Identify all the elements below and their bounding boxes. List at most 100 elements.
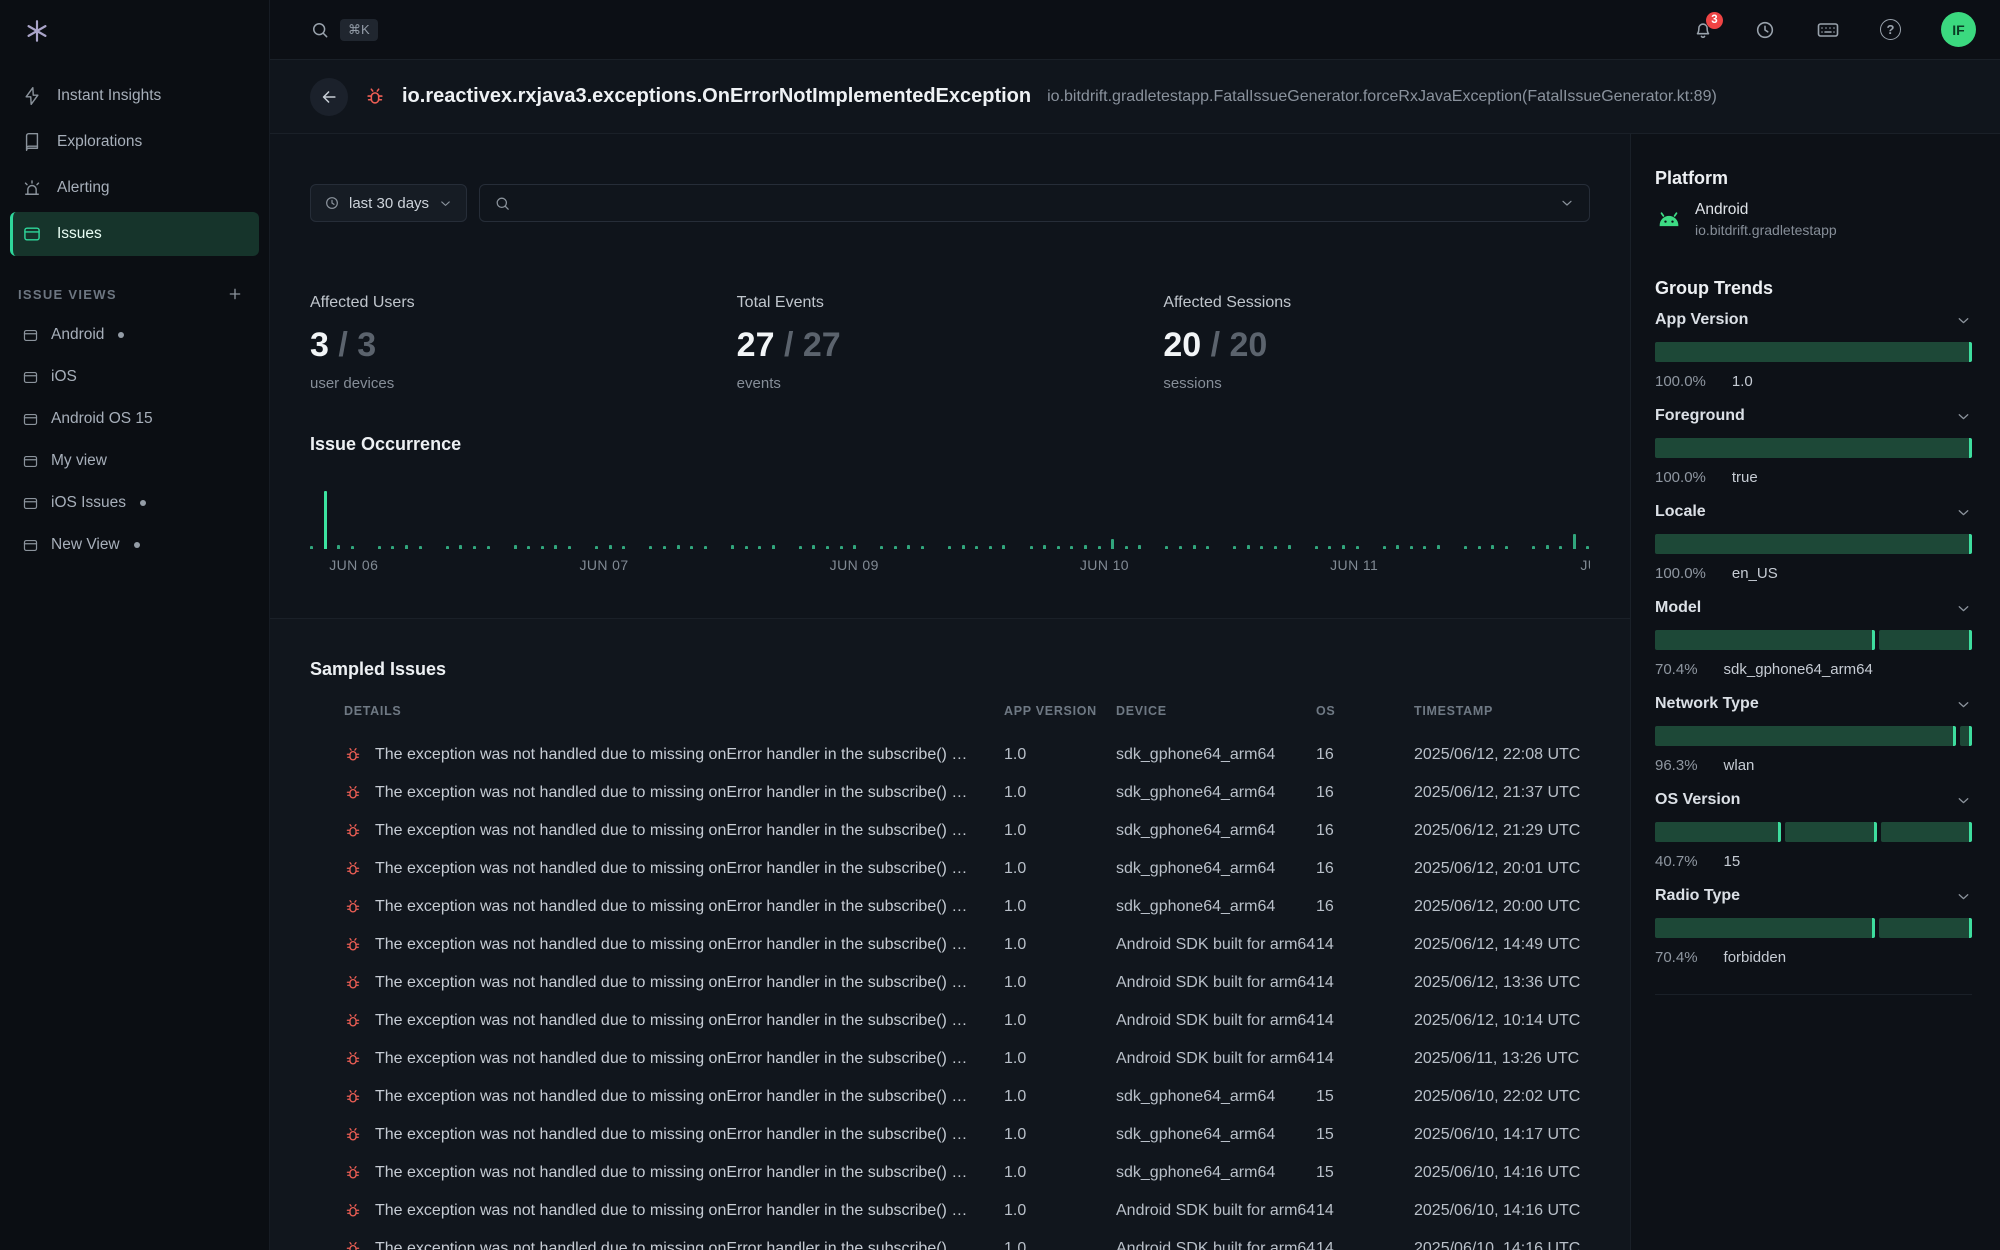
spark-bar xyxy=(1328,546,1331,549)
bug-icon xyxy=(344,974,362,992)
table-row[interactable]: The exception was not handled due to mis… xyxy=(344,1154,1590,1192)
help-button[interactable]: ? xyxy=(1880,19,1901,40)
spark-bar xyxy=(1546,545,1549,549)
spark-bar xyxy=(1043,545,1046,549)
issue-view-item[interactable]: New View xyxy=(10,524,259,566)
table-row[interactable]: The exception was not handled due to mis… xyxy=(344,1078,1590,1116)
back-button[interactable] xyxy=(310,78,348,116)
spark-bar xyxy=(1165,546,1168,549)
sidebar: Instant Insights Explorations Alerting I… xyxy=(0,0,270,1250)
lightning-icon xyxy=(22,86,42,106)
view-dot xyxy=(140,500,146,506)
trend-bar-segment xyxy=(1879,918,1972,938)
chevron-down-icon xyxy=(1955,888,1972,905)
history-button[interactable] xyxy=(1754,19,1776,41)
spark-bar xyxy=(1125,546,1128,549)
filter-search-input[interactable] xyxy=(521,195,1549,212)
trend-group-header[interactable]: Radio Type xyxy=(1655,887,1972,905)
add-view-button[interactable] xyxy=(227,286,243,302)
main-content: last 30 days xyxy=(270,134,1630,1250)
table-row[interactable]: The exception was not handled due to mis… xyxy=(344,774,1590,812)
trend-value: en_US xyxy=(1732,565,1778,582)
trend-percent: 100.0% xyxy=(1655,469,1706,486)
table-row[interactable]: The exception was not handled due to mis… xyxy=(344,812,1590,850)
sidebar-item-instant-insights[interactable]: Instant Insights xyxy=(10,74,259,118)
spark-bar xyxy=(1070,546,1073,549)
notifications-button[interactable]: 3 xyxy=(1692,19,1714,41)
chevron-down-icon xyxy=(1955,312,1972,329)
date-range-select[interactable]: last 30 days xyxy=(310,184,467,222)
row-details: The exception was not handled due to mis… xyxy=(375,898,976,916)
stat-affected-users: Affected Users 3 / 3 user devices xyxy=(310,294,737,392)
view-label: Android xyxy=(51,326,104,344)
stat-total-events: Total Events 27 / 27 events xyxy=(737,294,1164,392)
stat-unit: user devices xyxy=(310,375,737,392)
spark-bar xyxy=(378,546,381,549)
sidebar-item-issues[interactable]: Issues xyxy=(10,212,259,256)
row-device: sdk_gphone64_arm64 xyxy=(1116,746,1316,764)
spark-bar xyxy=(948,546,951,549)
trend-bar xyxy=(1655,822,1972,842)
issue-view-item[interactable]: My view xyxy=(10,440,259,482)
spark-bar xyxy=(1478,546,1481,549)
table-row[interactable]: The exception was not handled due to mis… xyxy=(344,1002,1590,1040)
row-app-version: 1.0 xyxy=(1004,1240,1116,1250)
row-os: 16 xyxy=(1316,746,1414,764)
issue-view-item[interactable]: iOS xyxy=(10,356,259,398)
topbar-actions: 3 ? IF xyxy=(1692,12,1976,47)
trend-bar-segment xyxy=(1960,726,1972,746)
table-row[interactable]: The exception was not handled due to mis… xyxy=(344,736,1590,774)
table-row[interactable]: The exception was not handled due to mis… xyxy=(344,964,1590,1002)
issue-view-item[interactable]: iOS Issues xyxy=(10,482,259,524)
issue-view-item[interactable]: Android OS 15 xyxy=(10,398,259,440)
table-row[interactable]: The exception was not handled due to mis… xyxy=(344,888,1590,926)
row-timestamp: 2025/06/11, 13:26 UTC xyxy=(1414,1050,1590,1068)
chevron-down-icon xyxy=(1955,696,1972,713)
table-row[interactable]: The exception was not handled due to mis… xyxy=(344,850,1590,888)
notification-badge: 3 xyxy=(1706,12,1723,29)
logo[interactable] xyxy=(0,0,269,62)
avatar[interactable]: IF xyxy=(1941,12,1976,47)
issue-view-item[interactable]: Android xyxy=(10,314,259,356)
spark-bar xyxy=(337,545,340,549)
spark-bar xyxy=(1559,546,1562,549)
col-details: DETAILS xyxy=(344,704,1004,718)
spark-bar xyxy=(1410,546,1413,549)
trend-label: Network Type xyxy=(1655,695,1759,713)
sidebar-item-explorations[interactable]: Explorations xyxy=(10,120,259,164)
trend-group-header[interactable]: OS Version xyxy=(1655,791,1972,809)
row-timestamp: 2025/06/12, 21:29 UTC xyxy=(1414,822,1590,840)
table-row[interactable]: The exception was not handled due to mis… xyxy=(344,1116,1590,1154)
issues-icon xyxy=(22,224,42,244)
view-label: My view xyxy=(51,452,107,470)
row-os: 15 xyxy=(1316,1126,1414,1144)
chevron-down-icon[interactable] xyxy=(1559,195,1575,211)
table-row[interactable]: The exception was not handled due to mis… xyxy=(344,1192,1590,1230)
spark-bar xyxy=(1573,534,1576,549)
trend-group-header[interactable]: Network Type xyxy=(1655,695,1972,713)
keyboard-icon xyxy=(1816,18,1840,42)
row-os: 15 xyxy=(1316,1088,1414,1106)
occurrence-x-label: JUN 09 xyxy=(830,557,879,573)
trend-group-header[interactable]: Foreground xyxy=(1655,407,1972,425)
sidebar-item-alerting[interactable]: Alerting xyxy=(10,166,259,210)
occurrence-chart-bars xyxy=(310,489,1590,549)
table-row[interactable]: The exception was not handled due to mis… xyxy=(344,1040,1590,1078)
trend-group-header[interactable]: Locale xyxy=(1655,503,1972,521)
view-label: iOS xyxy=(51,368,77,386)
row-device: sdk_gphone64_arm64 xyxy=(1116,1164,1316,1182)
trend-bar xyxy=(1655,534,1972,554)
spark-bar xyxy=(554,545,557,549)
keyboard-shortcuts-button[interactable] xyxy=(1816,18,1840,42)
row-details: The exception was not handled due to mis… xyxy=(375,1164,976,1182)
trend-group-header[interactable]: App Version xyxy=(1655,311,1972,329)
spark-bar xyxy=(1505,546,1508,549)
global-search[interactable]: ⌘K xyxy=(310,19,378,41)
nav-label: Alerting xyxy=(57,179,110,197)
table-row[interactable]: The exception was not handled due to mis… xyxy=(344,926,1590,964)
main-column: ⌘K 3 xyxy=(270,0,2000,1250)
trend-label: Locale xyxy=(1655,503,1706,521)
trend-group-header[interactable]: Model xyxy=(1655,599,1972,617)
trend-value: forbidden xyxy=(1724,949,1787,966)
table-row[interactable]: The exception was not handled due to mis… xyxy=(344,1230,1590,1250)
